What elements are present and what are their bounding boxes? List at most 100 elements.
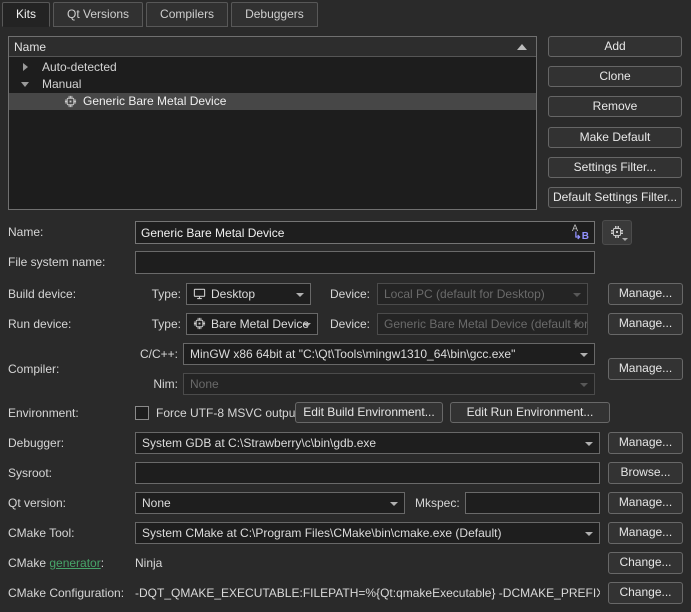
qt-version-label: Qt version:	[8, 492, 66, 514]
sysroot-label: Sysroot:	[8, 462, 52, 484]
debugger-combo[interactable]: System GDB at C:\Strawberry\c\bin\gdb.ex…	[135, 432, 600, 454]
tab-qt-versions[interactable]: Qt Versions	[53, 2, 143, 27]
nim-compiler-combo: None	[183, 373, 595, 395]
kit-tree: Name Auto-detected Manual Generic Bare M	[8, 36, 537, 210]
combo-arrow-icon	[296, 293, 304, 297]
debugger-value: System GDB at C:\Strawberry\c\bin\gdb.ex…	[142, 436, 376, 450]
clone-button[interactable]: Clone	[548, 66, 682, 87]
qt-version-value: None	[142, 496, 171, 510]
run-type-label: Type:	[148, 313, 181, 335]
file-system-name-input[interactable]	[136, 252, 594, 273]
remove-button[interactable]: Remove	[548, 96, 682, 117]
mkspec-input[interactable]	[466, 493, 599, 513]
chevron-down-icon[interactable]	[21, 82, 29, 87]
tree-item-label: Generic Bare Metal Device	[83, 93, 226, 110]
device-type-icon-button[interactable]	[602, 220, 632, 245]
cmake-generator-label-suffix: :	[101, 556, 104, 570]
manage-build-device-button[interactable]: Manage...	[608, 283, 683, 305]
run-device-label: Run device:	[8, 313, 71, 335]
c-cpp-compiler-value: MinGW x86 64bit at "C:\Qt\Tools\mingw131…	[190, 347, 515, 361]
build-type-label: Type:	[148, 283, 181, 305]
force-utf8-checkbox[interactable]	[135, 406, 149, 420]
tree-item-label: Auto-detected	[42, 59, 117, 76]
tab-bar: Kits Qt Versions Compilers Debuggers	[2, 2, 318, 27]
chip-icon	[64, 95, 77, 113]
combo-arrow-icon	[585, 532, 593, 536]
cmake-generator-value: Ninja	[135, 552, 595, 574]
run-device-value: Generic Bare Metal Device (default for	[384, 317, 588, 331]
qt-version-combo[interactable]: None	[135, 492, 405, 514]
cmake-generator-label-prefix: CMake	[8, 556, 49, 570]
debugger-label: Debugger:	[8, 432, 64, 454]
add-button[interactable]: Add	[548, 36, 682, 57]
settings-filter-button[interactable]: Settings Filter...	[548, 157, 682, 178]
variables-icon[interactable]: A↳B	[571, 223, 589, 242]
build-device-label: Build device:	[8, 283, 76, 305]
environment-label: Environment:	[8, 402, 79, 424]
combo-arrow-icon	[580, 353, 588, 357]
mkspec-label: Mkspec:	[415, 492, 460, 514]
edit-run-environment-button[interactable]: Edit Run Environment...	[450, 402, 610, 423]
cmake-tool-combo[interactable]: System CMake at C:\Program Files\CMake\b…	[135, 522, 600, 544]
cmake-configuration-value: -DQT_QMAKE_EXECUTABLE:FILEPATH=%{Qt:qmak…	[135, 582, 600, 604]
c-cpp-label: C/C++:	[135, 343, 178, 365]
tab-kits[interactable]: Kits	[2, 2, 50, 27]
make-default-button[interactable]: Make Default	[548, 127, 682, 148]
run-device-type-value: Bare Metal Device	[211, 317, 309, 331]
kit-tree-header-label: Name	[14, 40, 46, 54]
compiler-label: Compiler:	[8, 358, 59, 380]
nim-label: Nim:	[135, 373, 178, 395]
build-device-type-value: Desktop	[211, 287, 255, 301]
chevron-right-icon[interactable]	[23, 63, 28, 71]
cmake-generator-link[interactable]: generator	[49, 556, 100, 570]
cmake-tool-label: CMake Tool:	[8, 522, 74, 544]
run-device-device-label: Device:	[330, 313, 370, 335]
build-device-combo: Local PC (default for Desktop)	[377, 283, 588, 305]
force-utf8-checkbox-label[interactable]: Force UTF-8 MSVC output	[156, 402, 299, 424]
build-device-device-label: Device:	[330, 283, 370, 305]
tree-item-auto-detected[interactable]: Auto-detected	[9, 59, 536, 76]
combo-arrow-icon	[303, 323, 311, 327]
combo-arrow-icon	[573, 323, 581, 327]
tab-debuggers[interactable]: Debuggers	[231, 2, 318, 27]
name-input[interactable]	[136, 222, 594, 243]
browse-sysroot-button[interactable]: Browse...	[608, 462, 683, 484]
cmake-generator-label: CMake generator:	[8, 552, 104, 574]
manage-qt-versions-button[interactable]: Manage...	[608, 492, 683, 514]
combo-arrow-icon	[390, 502, 398, 506]
chip-icon	[610, 225, 624, 239]
desktop-icon	[193, 286, 206, 305]
edit-build-environment-button[interactable]: Edit Build Environment...	[295, 402, 443, 423]
kit-tree-header[interactable]: Name	[9, 37, 536, 57]
dropdown-arrow-icon	[622, 238, 628, 241]
default-settings-filter-button[interactable]: Default Settings Filter...	[548, 187, 682, 208]
name-field-wrap: A↳B	[135, 221, 595, 244]
tree-item-manual[interactable]: Manual	[9, 76, 536, 93]
tab-compilers[interactable]: Compilers	[146, 2, 228, 27]
mkspec-field-wrap	[465, 492, 600, 514]
run-device-type-combo[interactable]: Bare Metal Device	[186, 313, 318, 335]
file-system-name-label: File system name:	[8, 251, 105, 273]
kits-settings-page: Kits Qt Versions Compilers Debuggers Nam…	[0, 0, 691, 612]
manage-cmake-tools-button[interactable]: Manage...	[608, 522, 683, 544]
sort-ascending-icon	[517, 44, 527, 50]
manage-debuggers-button[interactable]: Manage...	[608, 432, 683, 454]
sysroot-input[interactable]	[136, 463, 599, 483]
combo-arrow-icon	[585, 442, 593, 446]
combo-arrow-icon	[580, 383, 588, 387]
c-cpp-compiler-combo[interactable]: MinGW x86 64bit at "C:\Qt\Tools\mingw131…	[183, 343, 595, 365]
chip-icon	[193, 316, 206, 335]
manage-run-device-button[interactable]: Manage...	[608, 313, 683, 335]
tree-item-label: Manual	[42, 76, 81, 93]
build-device-value: Local PC (default for Desktop)	[384, 287, 545, 301]
sysroot-field-wrap	[135, 462, 600, 484]
cmake-tool-value: System CMake at C:\Program Files\CMake\b…	[142, 526, 501, 540]
nim-compiler-value: None	[190, 377, 219, 391]
change-cmake-generator-button[interactable]: Change...	[608, 552, 683, 574]
manage-compilers-button[interactable]: Manage...	[608, 358, 683, 380]
tree-item-generic-bare-metal-device[interactable]: Generic Bare Metal Device	[9, 93, 536, 110]
change-cmake-configuration-button[interactable]: Change...	[608, 582, 683, 604]
file-system-name-field-wrap	[135, 251, 595, 274]
combo-arrow-icon	[573, 293, 581, 297]
build-device-type-combo[interactable]: Desktop	[186, 283, 311, 305]
